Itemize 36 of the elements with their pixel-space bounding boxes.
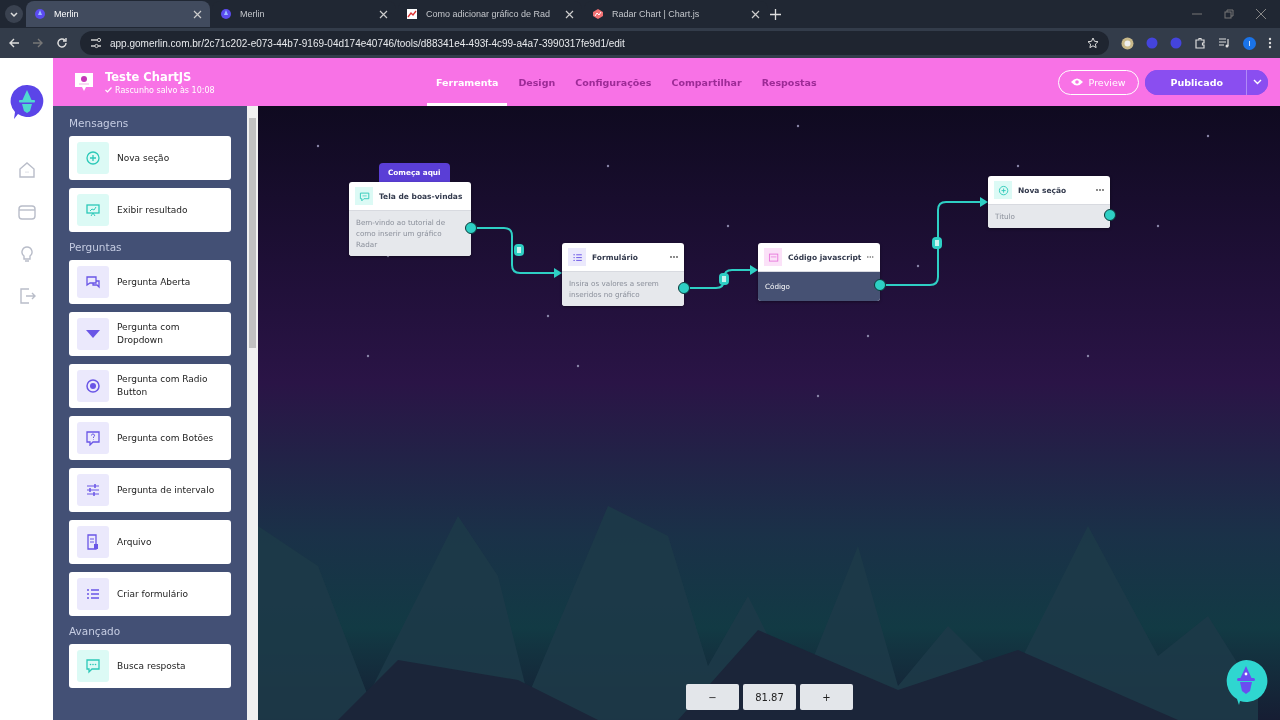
tool-card[interactable]: Exibir resultado — [69, 188, 231, 232]
tool-card[interactable]: Arquivo — [69, 520, 231, 564]
section-heading: Perguntas — [69, 241, 123, 253]
section-heading: Mensagens — [69, 117, 130, 129]
tool-card[interactable]: Busca resposta — [69, 644, 231, 688]
tool-card[interactable]: Pergunta com Dropdown — [69, 312, 231, 356]
tab-title: Merlin — [54, 9, 80, 19]
tool-label: Pergunta com Radio Button — [117, 373, 209, 399]
tool-label: Exibir resultado — [117, 203, 188, 217]
tool-card[interactable]: Pergunta Aberta — [69, 260, 231, 304]
tab-title: Como adicionar gráfico de Rad — [426, 9, 552, 19]
tool-label: Criar formulário — [117, 587, 188, 601]
tool-label: Nova seção — [117, 151, 170, 165]
tool-card[interactable]: Pergunta com Botões — [69, 416, 231, 460]
tab-title: Radar Chart | Chart.js — [612, 9, 701, 19]
tool-label: Busca resposta — [117, 659, 186, 673]
zoom-in-button[interactable]: + — [800, 684, 853, 710]
browser-tab[interactable]: Merlin — [26, 1, 210, 27]
address-bar[interactable]: app.gomerlin.com.br/2c71c202-e073-44b7-9169-04d174e40746/tools/d88341e4-493f-4c99-a4a7-3990317fe9d1/edit — [80, 31, 1109, 55]
zoom-out-button[interactable]: − — [686, 684, 739, 710]
tool-card[interactable]: Pergunta com Radio Button — [69, 364, 231, 408]
profile-avatar[interactable]: I — [1243, 36, 1256, 50]
tool-label: Arquivo — [117, 535, 152, 549]
tool-label: Pergunta de intervalo — [117, 483, 215, 497]
save-status: Rascunho salvo às 10:08 — [115, 85, 215, 95]
url-text: app.gomerlin.com.br/2c71c202-e073-44b7-9169-04d174e40746/tools/d88341e4-493f-4c99-a4a7-3990317fe9d1/edit — [110, 37, 626, 49]
tool-card[interactable]: Criar formulário — [69, 572, 231, 616]
tab-title: Merlin — [240, 9, 266, 19]
tool-label: Pergunta com Dropdown — [117, 321, 181, 347]
section-heading: Avançado — [69, 625, 122, 637]
tool-card[interactable]: Pergunta de intervalo — [69, 468, 231, 512]
tool-card[interactable]: Nova seção — [69, 136, 231, 180]
tool-title: Teste ChartJS — [105, 69, 193, 84]
tool-label: Pergunta Aberta — [117, 275, 191, 289]
zoom-level: 81.87 — [743, 684, 796, 710]
tool-label: Pergunta com Botões — [117, 431, 214, 445]
